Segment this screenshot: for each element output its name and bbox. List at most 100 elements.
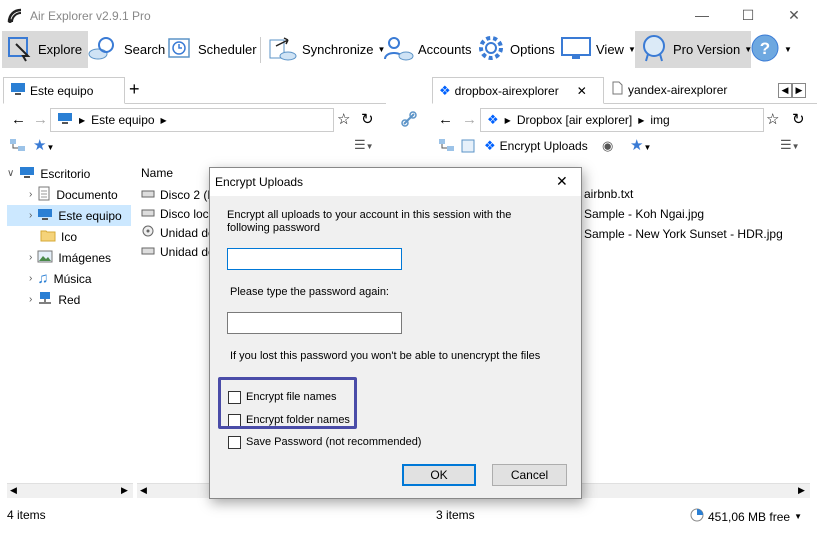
desktop-icon bbox=[19, 166, 35, 182]
scroll-left-icon[interactable]: ◀ bbox=[10, 485, 17, 496]
dialog-intro-text: Encrypt all uploads to your account in t… bbox=[227, 209, 512, 234]
right-list-scrollbar[interactable]: ▶ bbox=[582, 483, 810, 498]
refresh-icon[interactable]: ↻ bbox=[361, 110, 374, 128]
dialog-title-bar: Encrypt Uploads ✕ bbox=[210, 168, 581, 196]
dropbox-icon: ❖ bbox=[439, 82, 451, 98]
scheduler-button[interactable]: Scheduler bbox=[166, 31, 257, 68]
left-nav-bar: ← → ▶ Este equipo ▶ ☆ ↻ bbox=[3, 107, 386, 133]
file-name: Sample - New York Sunset - HDR.jpg bbox=[584, 226, 783, 241]
synchronize-button[interactable]: Synchronize ▼ bbox=[266, 31, 385, 68]
back-arrow-icon[interactable]: ← bbox=[11, 111, 26, 128]
forward-arrow-icon[interactable]: → bbox=[462, 111, 477, 128]
chevron-down-icon: ∨ bbox=[7, 168, 15, 179]
eye-icon[interactable]: ◉ bbox=[602, 138, 613, 154]
tree-item[interactable]: › ♫ Música bbox=[29, 268, 131, 289]
pro-version-label: Pro Version bbox=[673, 42, 741, 57]
list-view-icon[interactable]: ☰▼ bbox=[780, 137, 800, 153]
list-item[interactable]: Sample - New York Sunset - HDR.jpg bbox=[584, 223, 783, 244]
address-segment[interactable]: Dropbox [air explorer] bbox=[517, 113, 632, 127]
tree-item[interactable]: › Red bbox=[29, 289, 131, 310]
minimize-button[interactable]: — bbox=[679, 0, 725, 31]
tab-yandex[interactable]: yandex-airexplorer bbox=[604, 77, 776, 102]
left-tree-scrollbar[interactable]: ◀ ▶ bbox=[7, 483, 133, 498]
accounts-button[interactable]: Accounts bbox=[382, 31, 472, 68]
breadcrumb-separator-icon: ▶ bbox=[160, 115, 167, 125]
drive-icon bbox=[141, 188, 155, 202]
warning-text: If you lost this password you won't be a… bbox=[230, 350, 541, 362]
explore-button[interactable]: Explore bbox=[2, 31, 88, 68]
link-panels-icon[interactable] bbox=[401, 111, 417, 130]
scroll-right-icon[interactable]: ▶ bbox=[798, 485, 805, 496]
list-view-icon[interactable]: ☰▼ bbox=[354, 137, 374, 153]
tree-item-label: Escritorio bbox=[40, 166, 91, 181]
chevron-right-icon: › bbox=[29, 294, 33, 305]
right-status-text: 3 items bbox=[436, 508, 475, 522]
address-segment[interactable]: img bbox=[650, 113, 669, 127]
refresh-icon[interactable]: ↻ bbox=[792, 110, 805, 128]
tab-scroll-left-button[interactable]: ◀ bbox=[778, 83, 792, 98]
close-window-button[interactable]: ✕ bbox=[771, 0, 817, 31]
breadcrumb-separator-icon: ▶ bbox=[638, 115, 645, 125]
scroll-left-icon[interactable]: ◀ bbox=[140, 485, 147, 496]
tree-view-icon[interactable] bbox=[438, 138, 456, 157]
close-dialog-button[interactable]: ✕ bbox=[556, 173, 568, 190]
tree-view-icon[interactable] bbox=[9, 138, 27, 157]
left-address-bar[interactable]: ▶ Este equipo ▶ bbox=[50, 108, 334, 132]
documents-icon bbox=[37, 186, 51, 204]
help-button[interactable]: ? ▼ bbox=[750, 31, 792, 68]
scroll-right-icon[interactable]: ▶ bbox=[121, 485, 128, 496]
options-button[interactable]: Options bbox=[476, 31, 556, 68]
retype-password-input[interactable] bbox=[227, 312, 402, 334]
list-item[interactable]: Sample - Koh Ngai.jpg bbox=[584, 203, 704, 224]
cancel-button[interactable]: Cancel bbox=[492, 464, 567, 486]
tree-item[interactable]: Ico bbox=[29, 226, 131, 247]
tab-este-equipo[interactable]: Este equipo bbox=[3, 77, 125, 104]
tree-item[interactable]: › Documento bbox=[29, 184, 131, 205]
help-icon: ? bbox=[750, 33, 780, 66]
tab-label: yandex-airexplorer bbox=[628, 82, 728, 97]
dropbox-icon: ❖ bbox=[487, 112, 499, 127]
forward-arrow-icon[interactable]: → bbox=[33, 111, 48, 128]
favorites-dropdown-icon[interactable]: ★▼ bbox=[33, 136, 54, 154]
tab-label: dropbox-airexplorer bbox=[454, 83, 559, 98]
save-password-checkbox[interactable] bbox=[228, 436, 241, 449]
disc-drive-icon bbox=[141, 224, 155, 241]
pro-version-button[interactable]: Pro Version ▼ bbox=[635, 31, 752, 68]
title-bar: Air Explorer v2.9.1 Pro — ☐ ✕ bbox=[0, 0, 817, 31]
main-toolbar: Explore Search Scheduler Synchronize ▼ A… bbox=[0, 31, 817, 71]
folder-view-icon[interactable] bbox=[460, 138, 476, 157]
right-address-bar[interactable]: ❖ ▶ Dropbox [air explorer] ▶ img bbox=[480, 108, 764, 132]
tab-label: Este equipo bbox=[30, 83, 94, 98]
dropbox-icon: ❖ bbox=[484, 138, 496, 153]
back-arrow-icon[interactable]: ← bbox=[438, 111, 453, 128]
encrypt-uploads-button[interactable]: ❖ Encrypt Uploads bbox=[484, 138, 588, 154]
close-tab-icon[interactable]: ✕ bbox=[577, 84, 587, 98]
maximize-button[interactable]: ☐ bbox=[725, 0, 771, 31]
password-input[interactable] bbox=[227, 248, 402, 270]
left-sub-toolbar: ★▼ ☰▼ bbox=[3, 135, 386, 159]
address-segment[interactable]: Este equipo bbox=[91, 113, 154, 127]
column-header-name[interactable]: Name bbox=[141, 166, 173, 180]
tree-item-selected[interactable]: › Este equipo bbox=[7, 205, 131, 226]
tree-item-label: Música bbox=[53, 271, 92, 286]
tree-item[interactable]: ∨ Escritorio bbox=[7, 163, 131, 184]
ok-button[interactable]: OK bbox=[402, 464, 476, 486]
star-icon[interactable]: ☆ bbox=[766, 110, 779, 128]
explore-icon bbox=[6, 34, 34, 65]
tab-scroll-right-button[interactable]: ▶ bbox=[792, 83, 806, 98]
search-button[interactable]: Search bbox=[88, 31, 165, 68]
tree-item[interactable]: › Imágenes bbox=[29, 247, 131, 268]
add-tab-button[interactable]: + bbox=[129, 79, 140, 100]
view-button[interactable]: View ▼ bbox=[560, 31, 636, 68]
medal-icon bbox=[639, 33, 669, 66]
tab-dropbox[interactable]: ❖ dropbox-airexplorer ✕ bbox=[432, 77, 604, 104]
calendar-clock-icon bbox=[166, 34, 194, 65]
music-icon: ♫ bbox=[37, 270, 49, 287]
save-password-label[interactable]: Save Password (not recommended) bbox=[246, 436, 421, 448]
file-name: Unidad de bbox=[160, 244, 215, 259]
list-item[interactable]: airbnb.txt bbox=[584, 183, 633, 204]
star-icon[interactable]: ☆ bbox=[337, 110, 350, 128]
favorites-dropdown-icon[interactable]: ★▼ bbox=[630, 136, 651, 154]
file-name: Disco loca bbox=[160, 206, 216, 221]
free-space-indicator[interactable]: 451,06 MB free ▼ bbox=[690, 508, 802, 525]
